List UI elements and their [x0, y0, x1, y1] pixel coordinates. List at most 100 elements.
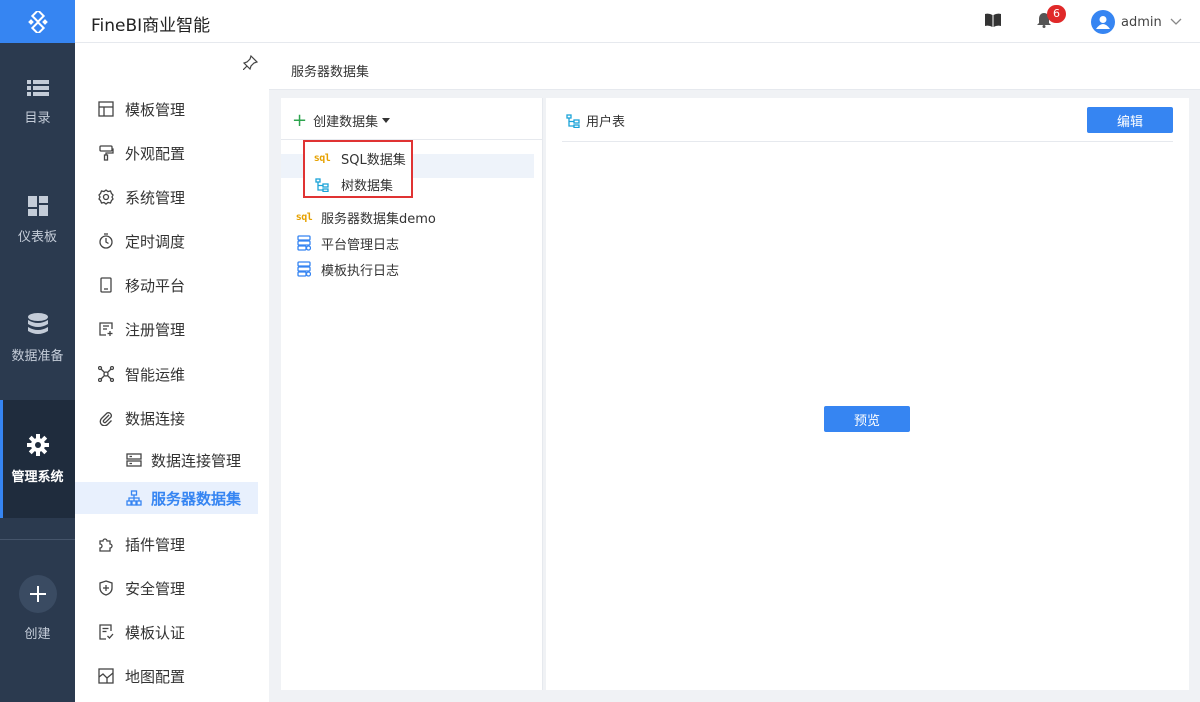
dropdown-item-label: SQL数据集 — [341, 153, 406, 168]
list-icon — [26, 79, 49, 97]
book-icon[interactable] — [985, 13, 1001, 27]
sidebar-item-mobile[interactable]: 移动平台 — [75, 267, 269, 303]
dataset-item[interactable]: 平台管理日志 — [295, 230, 535, 256]
register-icon — [96, 321, 116, 337]
hierarchy-icon — [124, 490, 144, 506]
rail-item-label: 仪表板 — [17, 229, 57, 245]
notification-badge: 6 — [1047, 5, 1066, 23]
sidebar-item-label: 数据连接 — [125, 409, 186, 428]
certificate-icon — [96, 624, 116, 640]
sidebar-item-system-mgmt[interactable]: 系统管理 — [75, 179, 269, 215]
dropdown-item-label: 树数据集 — [341, 179, 394, 194]
detail-title-label: 用户表 — [586, 115, 626, 130]
sidebar-item-ops[interactable]: 智能运维 — [75, 356, 269, 392]
sidebar-item-map-config[interactable]: 地图配置 — [75, 658, 269, 694]
sidebar-item-security[interactable]: 安全管理 — [75, 570, 269, 606]
sidebar-item-connection-mgmt[interactable]: 数据连接管理 — [75, 442, 269, 478]
dataset-item-label: 模板执行日志 — [321, 263, 400, 279]
sidebar-item-appearance[interactable]: 外观配置 — [75, 135, 269, 171]
top-header: FineBI商业智能 6 admin — [75, 0, 1200, 43]
sql-icon: sql — [313, 153, 331, 164]
sidebar-item-register[interactable]: 注册管理 — [75, 311, 269, 347]
breadcrumb: 服务器数据集 — [269, 43, 1200, 90]
rail-item-label: 数据准备 — [11, 348, 64, 364]
rail-item-catalog[interactable]: 目录 — [0, 43, 75, 161]
dataset-item[interactable]: 模板执行日志 — [295, 256, 535, 282]
dataset-detail-panel: 用户表 编辑 预览 — [546, 98, 1189, 690]
sidebar-item-server-dataset[interactable]: 服务器数据集 — [75, 482, 258, 514]
app-title: FineBI商业智能 — [91, 16, 211, 36]
sidebar-item-label: 模板管理 — [125, 100, 186, 119]
avatar — [1091, 10, 1115, 34]
pin-icon[interactable] — [243, 55, 258, 70]
rail-create-label: 创建 — [24, 627, 51, 642]
create-dataset-label: 创建数据集 — [313, 115, 379, 130]
create-plus-icon[interactable] — [18, 575, 57, 613]
sidebar-item-label: 安全管理 — [125, 579, 186, 598]
tree-icon — [566, 113, 580, 128]
rail-create[interactable]: 创建 — [0, 575, 75, 642]
sidebar-item-template-cert[interactable]: 模板认证 — [75, 614, 269, 650]
detail-title: 用户表 — [566, 111, 625, 130]
sidebar-item-label: 服务器数据集 — [151, 489, 242, 508]
shield-icon — [96, 580, 116, 596]
sidebar-item-label: 定时调度 — [125, 232, 186, 251]
logo-icon — [27, 10, 48, 33]
app-logo[interactable] — [0, 0, 75, 43]
gear-icon — [26, 433, 49, 456]
map-icon — [96, 668, 116, 684]
database-icon — [27, 312, 48, 335]
timer-icon — [96, 233, 116, 249]
dropdown-item-tree-dataset[interactable]: 树数据集 — [313, 175, 393, 194]
main-content: 服务器数据集 + 创建数据集 sql SQL数据集 树数据集 sql 服务器数据… — [269, 43, 1200, 702]
tree-icon — [313, 177, 331, 192]
sidebar-item-plugins[interactable]: 插件管理 — [75, 526, 269, 562]
preview-button[interactable]: 预览 — [824, 406, 910, 432]
mobile-icon — [96, 277, 116, 293]
template-icon — [96, 101, 116, 117]
plus-icon: + — [292, 109, 308, 131]
rail-divider — [0, 539, 75, 540]
dashboard-icon — [27, 195, 48, 216]
db-table-icon — [295, 235, 313, 251]
paperclip-icon — [96, 410, 116, 426]
sidebar-item-label: 系统管理 — [125, 188, 186, 207]
rail-item-label: 目录 — [24, 110, 51, 126]
dataset-item[interactable]: sql 服务器数据集demo — [295, 204, 535, 230]
sidebar-item-label: 模板认证 — [125, 623, 186, 642]
divider — [562, 141, 1173, 142]
chevron-down-icon — [1170, 18, 1182, 26]
rail-item-label: 管理系统 — [11, 469, 64, 485]
create-dataset-button[interactable]: + 创建数据集 — [292, 109, 391, 131]
caret-down-icon — [382, 118, 391, 123]
rail-item-data-prep[interactable]: 数据准备 — [0, 279, 75, 397]
create-dataset-dropdown: sql SQL数据集 树数据集 — [303, 140, 413, 198]
sidebar-item-template-mgmt[interactable]: 模板管理 — [75, 91, 269, 127]
dataset-list-panel: + 创建数据集 sql SQL数据集 树数据集 sql 服务器数据集demo 平… — [281, 98, 543, 690]
user-name: admin — [1121, 14, 1162, 30]
admin-sidebar: 模板管理 外观配置 系统管理 定时调度 移动平台 注册管理 智能运维 数据连接 … — [75, 43, 269, 702]
sidebar-item-label: 外观配置 — [125, 144, 186, 163]
rail-item-dashboard[interactable]: 仪表板 — [0, 161, 75, 279]
dropdown-item-sql-dataset[interactable]: sql SQL数据集 — [313, 149, 406, 168]
sql-icon: sql — [295, 211, 313, 223]
main-nav-rail: 目录 仪表板 数据准备 管理系统 创建 — [0, 0, 75, 702]
puzzle-icon — [96, 536, 116, 552]
sidebar-item-label: 地图配置 — [125, 667, 186, 686]
sidebar-item-label: 注册管理 — [125, 320, 186, 339]
sidebar-item-schedule[interactable]: 定时调度 — [75, 223, 269, 259]
sidebar-item-label: 数据连接管理 — [151, 451, 242, 470]
brush-icon — [96, 145, 116, 161]
server-icon — [124, 453, 144, 467]
sidebar-item-label: 智能运维 — [125, 365, 186, 384]
sidebar-item-data-connection[interactable]: 数据连接 — [75, 400, 269, 436]
user-menu[interactable]: admin — [1091, 10, 1182, 34]
dataset-item-label: 服务器数据集demo — [321, 211, 436, 227]
settings-icon — [96, 189, 116, 205]
sidebar-item-label: 插件管理 — [125, 535, 186, 554]
db-table-icon — [295, 261, 313, 277]
edit-button[interactable]: 编辑 — [1087, 107, 1173, 133]
network-icon — [96, 366, 116, 382]
rail-item-admin-system[interactable]: 管理系统 — [0, 400, 75, 518]
dataset-item-label: 平台管理日志 — [321, 237, 400, 253]
